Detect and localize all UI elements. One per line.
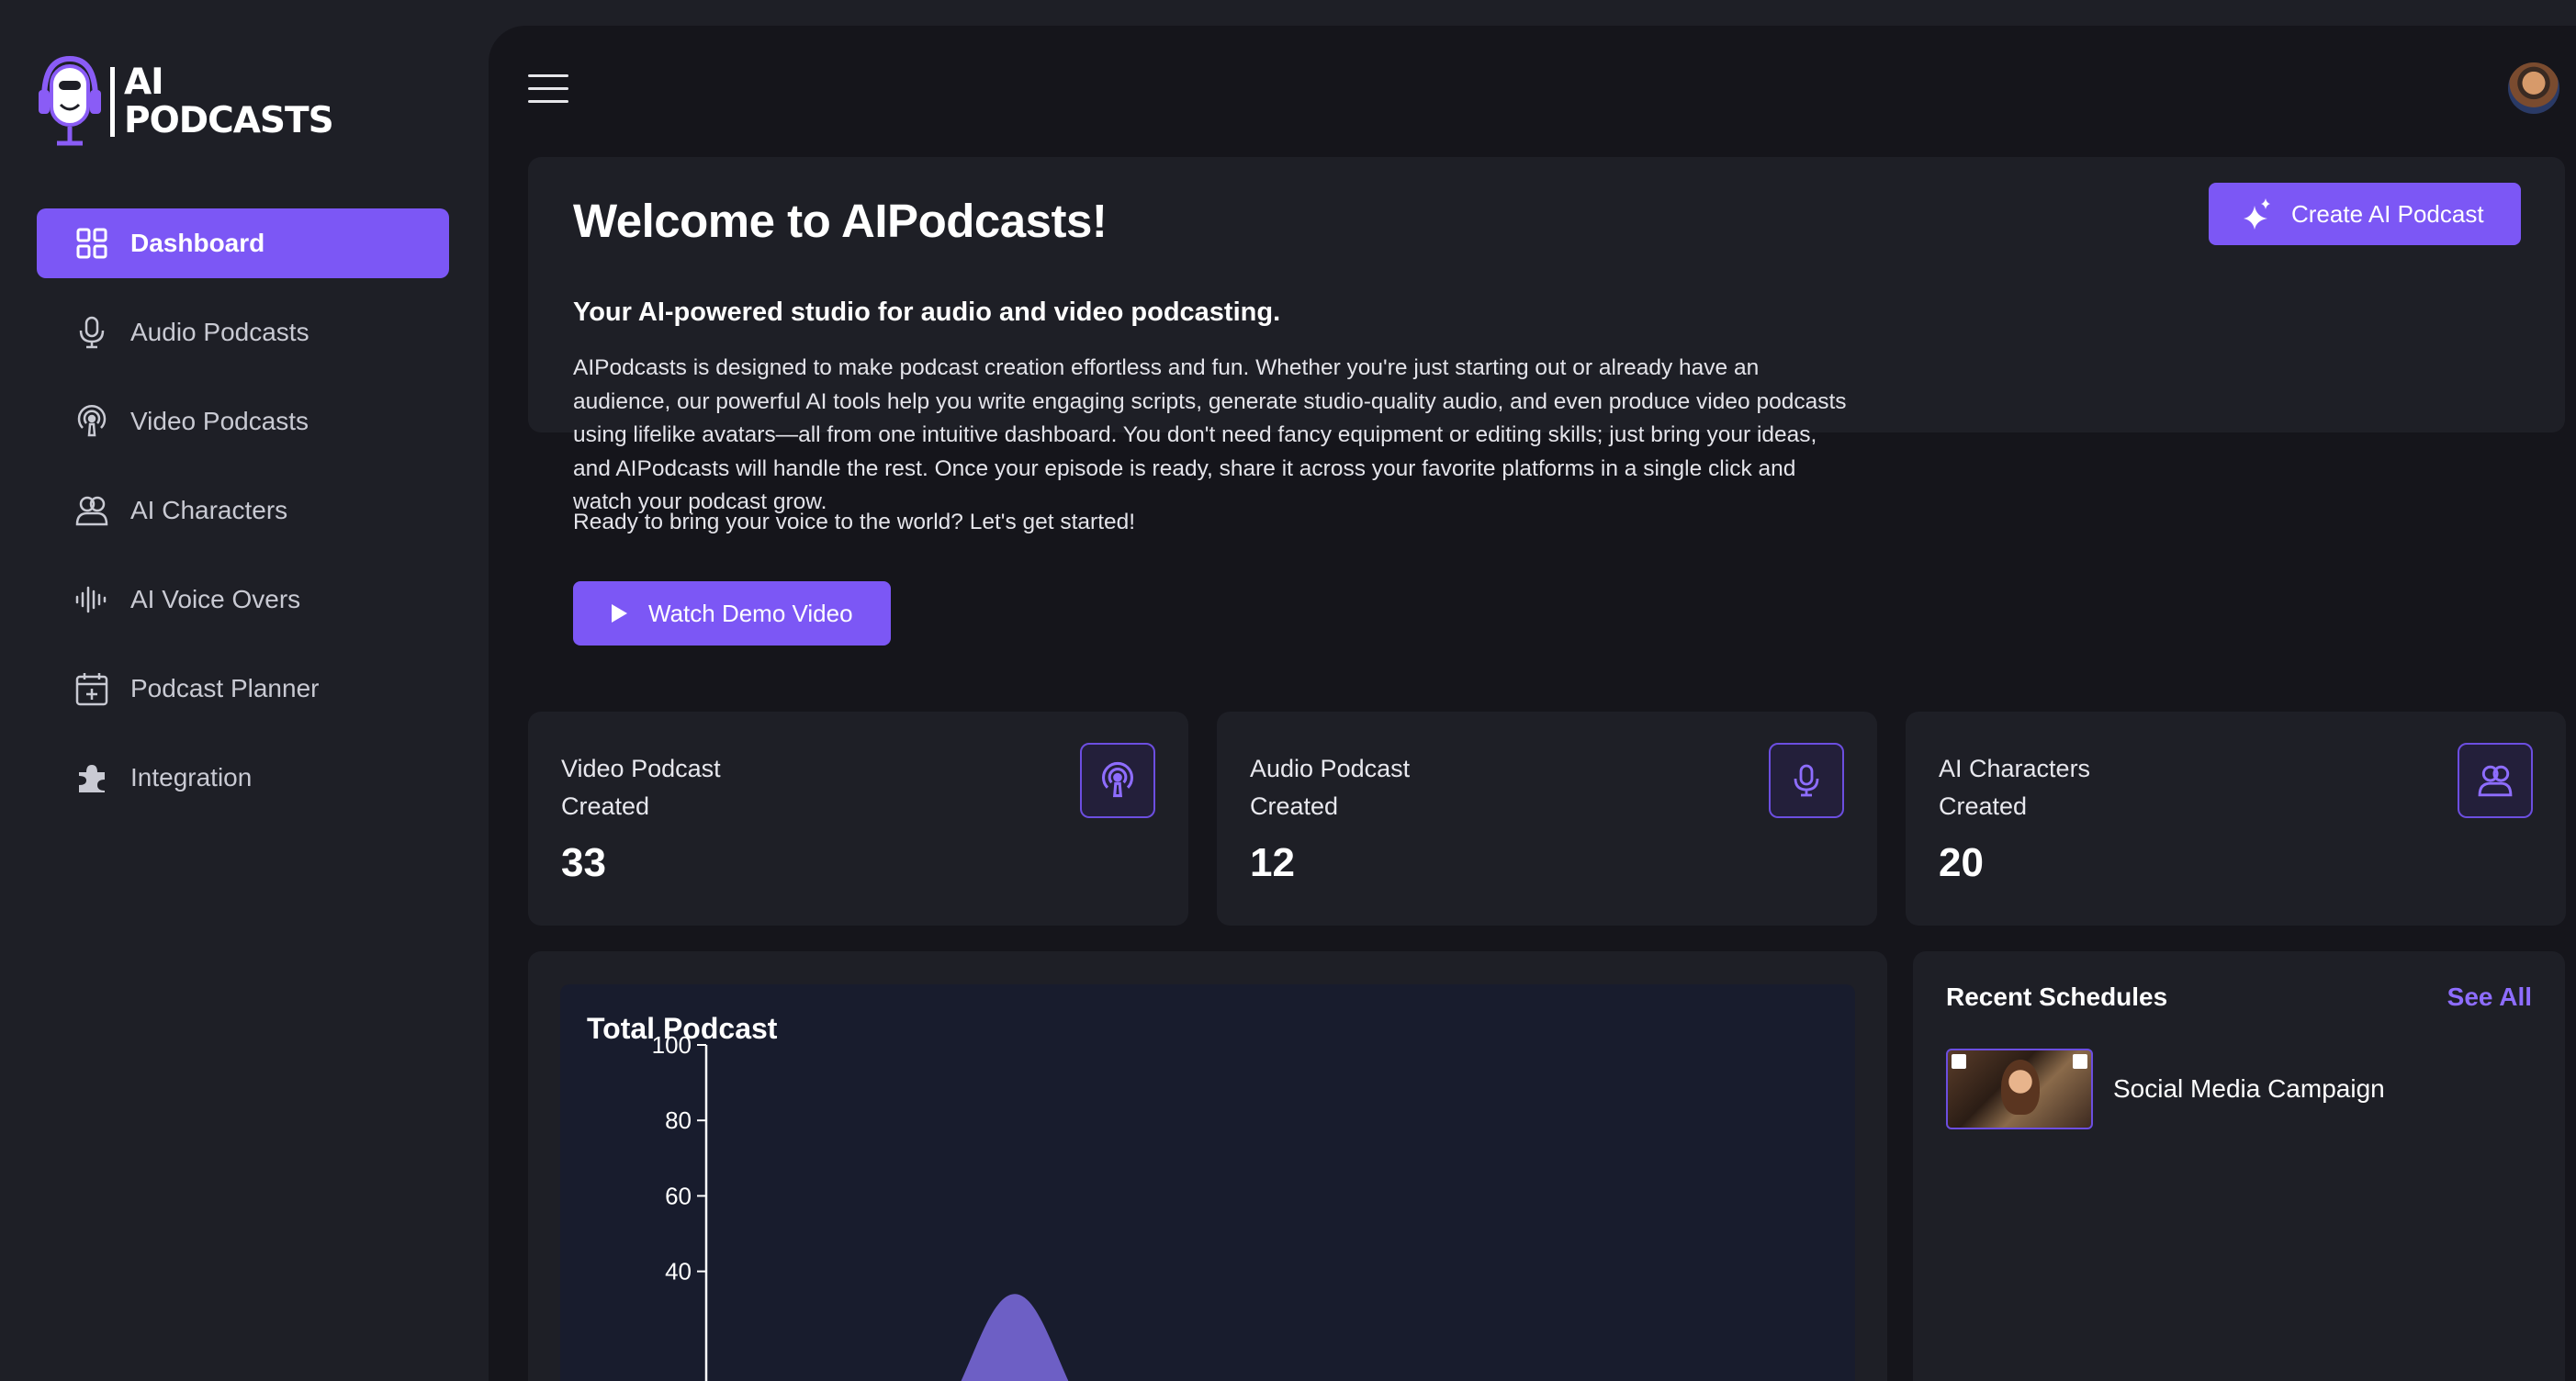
- see-all-link[interactable]: See All: [2447, 982, 2532, 1012]
- schedule-thumbnail: [1946, 1049, 2093, 1129]
- menu-toggle-button[interactable]: [528, 74, 568, 104]
- stat-label-line2: Created: [561, 792, 650, 820]
- sidebar-item-label: AI Voice Overs: [130, 585, 301, 613]
- thumbnail-person: [2001, 1060, 2040, 1115]
- sidebar: AI PODCASTS Dashboard Audio Podcasts Vid…: [0, 0, 487, 1381]
- recent-schedules-card: Recent Schedules See All Social Media Ca…: [1913, 951, 2565, 1381]
- calendar-plus-icon: [73, 670, 110, 707]
- sidebar-item-integration[interactable]: Integration: [37, 743, 449, 813]
- brand-line2: PODCASTS: [124, 100, 334, 141]
- podcast-mascot-icon: [39, 55, 101, 146]
- schedule-item[interactable]: Social Media Campaign: [1946, 1049, 2385, 1129]
- welcome-body: AIPodcasts is designed to make podcast c…: [573, 355, 1847, 514]
- stat-card-video-podcast: Video Podcast Created 33: [528, 712, 1188, 926]
- sidebar-item-label: Integration: [130, 763, 253, 792]
- sidebar-item-ai-characters[interactable]: AI Characters: [37, 476, 449, 545]
- hamburger-bar: [528, 87, 568, 90]
- area-series: [961, 1294, 1069, 1381]
- stat-label-line2: Created: [1939, 792, 2028, 820]
- create-ai-podcast-button[interactable]: Create AI Podcast: [2209, 183, 2521, 245]
- microphone-icon: [73, 314, 110, 351]
- stat-card-ai-characters: AI Characters Created 20: [1906, 712, 2566, 926]
- platform-badge: [1952, 1054, 1966, 1069]
- welcome-subtitle: Your AI-powered studio for audio and vid…: [573, 298, 1281, 327]
- play-icon: [610, 603, 628, 623]
- recent-schedules-title: Recent Schedules: [1946, 982, 2168, 1011]
- chart-panel: Total Podcast 100 80 60 40: [560, 984, 1855, 1381]
- stat-card-audio-podcast: Audio Podcast Created 12: [1217, 712, 1877, 926]
- page-title: Welcome to AIPodcasts!: [573, 195, 1108, 247]
- sparkle-icon: [2242, 198, 2271, 230]
- total-podcast-card: Total Podcast 100 80 60 40: [528, 951, 1887, 1381]
- sidebar-item-label: Video Podcasts: [130, 407, 309, 435]
- create-ai-podcast-label: Create AI Podcast: [2291, 199, 2484, 228]
- sidebar-item-audio-podcasts[interactable]: Audio Podcasts: [37, 298, 449, 367]
- sidebar-item-label: Podcast Planner: [130, 674, 320, 702]
- puzzle-icon: [73, 759, 110, 796]
- watch-demo-label: Watch Demo Video: [648, 599, 853, 627]
- brand-logo[interactable]: AI PODCASTS: [37, 53, 334, 151]
- sidebar-item-label: Audio Podcasts: [130, 318, 309, 346]
- brand-line1: AI: [124, 62, 164, 103]
- stat-label-line2: Created: [1250, 792, 1339, 820]
- stat-label: Audio Podcast Created: [1250, 750, 1410, 825]
- user-avatar[interactable]: [2508, 62, 2559, 114]
- sidebar-nav: Dashboard Audio Podcasts Video Podcasts …: [37, 208, 449, 832]
- stat-value: 33: [561, 840, 606, 885]
- sidebar-item-label: Dashboard: [130, 229, 265, 257]
- sidebar-item-ai-voice-overs[interactable]: AI Voice Overs: [37, 565, 449, 634]
- platform-badge: [2073, 1054, 2087, 1069]
- stat-label-line1: Video Podcast: [561, 755, 721, 782]
- brand-name: AI PODCASTS: [103, 62, 334, 141]
- y-tick-label: 60: [665, 1182, 692, 1209]
- grid-icon: [73, 225, 110, 262]
- sidebar-item-label: AI Characters: [130, 496, 288, 524]
- total-podcast-chart: 100 80 60 40: [652, 1031, 1069, 1381]
- hamburger-bar: [528, 74, 568, 77]
- sidebar-item-podcast-planner[interactable]: Podcast Planner: [37, 654, 449, 724]
- sidebar-item-dashboard[interactable]: Dashboard: [37, 208, 449, 278]
- main-content: Welcome to AIPodcasts! Your AI-powered s…: [489, 26, 2576, 1381]
- y-tick-label: 40: [665, 1258, 692, 1286]
- stat-value: 12: [1250, 840, 1295, 885]
- microphone-icon: [1769, 743, 1844, 818]
- users-icon: [73, 492, 110, 529]
- y-tick-label: 100: [652, 1031, 692, 1059]
- watch-demo-button[interactable]: Watch Demo Video: [573, 581, 891, 646]
- sidebar-item-video-podcasts[interactable]: Video Podcasts: [37, 387, 449, 456]
- welcome-card: Welcome to AIPodcasts! Your AI-powered s…: [528, 157, 2565, 646]
- stat-label-line1: AI Characters: [1939, 755, 2091, 782]
- users-icon: [2458, 743, 2533, 818]
- y-tick-label: 80: [665, 1106, 692, 1134]
- hamburger-bar: [528, 100, 568, 103]
- welcome-cta-text: Ready to bring your voice to the world? …: [573, 510, 1136, 534]
- stat-label-line1: Audio Podcast: [1250, 755, 1411, 782]
- stat-value: 20: [1939, 840, 1984, 885]
- stat-label: Video Podcast Created: [561, 750, 721, 825]
- schedule-name: Social Media Campaign: [2113, 1074, 2385, 1103]
- podcast-icon: [1080, 743, 1155, 818]
- podcast-icon: [73, 403, 110, 440]
- stat-label: AI Characters Created: [1939, 750, 2090, 825]
- waveform-icon: [73, 581, 110, 618]
